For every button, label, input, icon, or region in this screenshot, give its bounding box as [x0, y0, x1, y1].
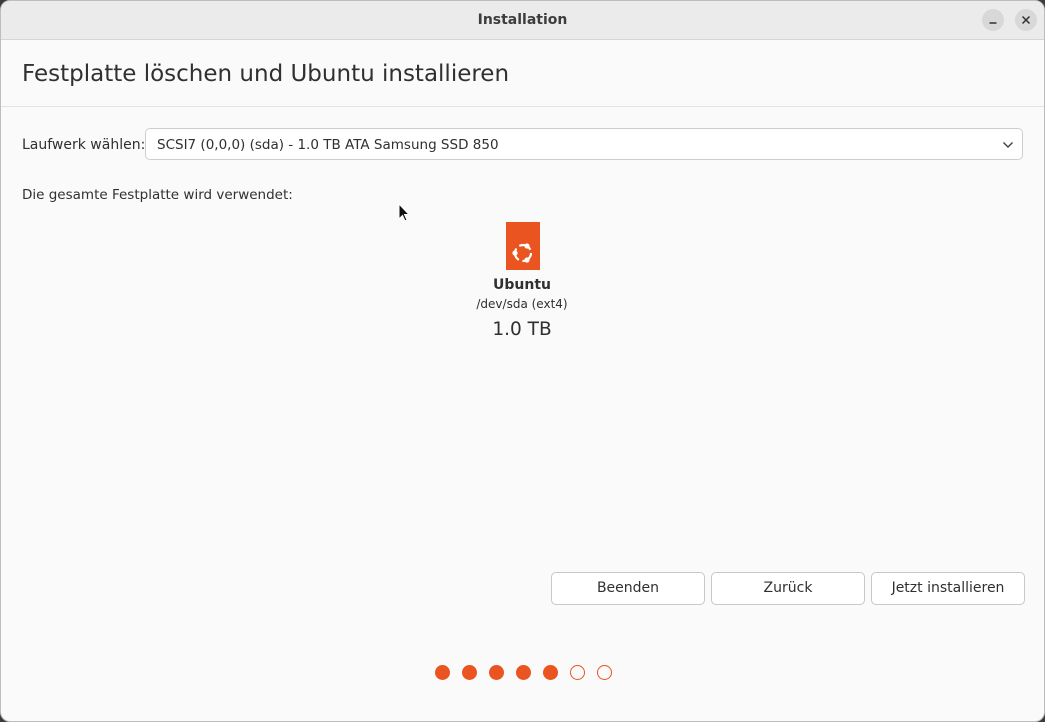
page-title: Festplatte löschen und Ubuntu installier…	[22, 61, 510, 87]
minimize-button[interactable]	[982, 9, 1004, 31]
install-now-button[interactable]: Jetzt installieren	[871, 572, 1025, 605]
header-divider	[1, 106, 1044, 107]
progress-dot-4	[516, 665, 531, 680]
drive-select[interactable]: SCSI7 (0,0,0) (sda) - 1.0 TB ATA Samsung…	[145, 128, 1023, 160]
window-title: Installation	[477, 12, 568, 28]
back-button[interactable]: Zurück	[711, 572, 865, 605]
minimize-icon	[989, 22, 997, 24]
progress-dot-1	[435, 665, 450, 680]
progress-dot-6	[570, 665, 585, 680]
partition-size: 1.0 TB	[492, 319, 552, 340]
progress-dot-5	[543, 665, 558, 680]
progress-dot-7	[597, 665, 612, 680]
drive-select-value: SCSI7 (0,0,0) (sda) - 1.0 TB ATA Samsung…	[157, 137, 499, 153]
installer-window: Installation Festplatte löschen und Ubun…	[0, 0, 1045, 722]
drive-select-label: Laufwerk wählen:	[22, 137, 146, 153]
disk-usage-info: Die gesamte Festplatte wird verwendet:	[22, 187, 293, 203]
ubuntu-logo-icon	[506, 222, 540, 270]
quit-button[interactable]: Beenden	[551, 572, 705, 605]
progress-dot-2	[462, 665, 477, 680]
progress-dot-3	[489, 665, 504, 680]
close-icon	[1021, 15, 1031, 25]
mouse-pointer-icon	[398, 203, 410, 222]
close-button[interactable]	[1015, 9, 1037, 31]
partition-device: /dev/sda (ext4)	[476, 297, 568, 311]
title-bar[interactable]: Installation	[1, 1, 1044, 40]
partition-name: Ubuntu	[493, 277, 551, 293]
chevron-down-icon	[1003, 142, 1013, 148]
